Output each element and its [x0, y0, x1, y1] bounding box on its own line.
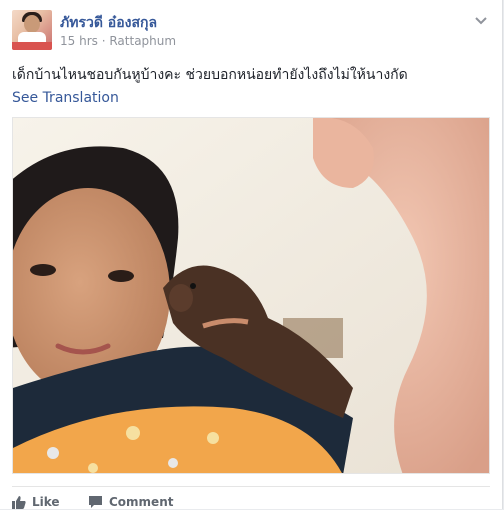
author-avatar[interactable]	[12, 10, 52, 50]
post-text: เด็กบ้านไหนชอบกันหูบ้างคะ ช่วยบอกหน่อยทำ…	[12, 67, 408, 83]
like-button[interactable]: Like	[12, 495, 60, 509]
speech-bubble-icon	[89, 496, 102, 508]
thumbs-up-icon	[12, 496, 26, 509]
post-actions: Like Comment	[12, 486, 490, 510]
post-time[interactable]: 15 hrs	[60, 34, 98, 48]
meta-separator: ·	[101, 34, 106, 48]
comment-button[interactable]: Comment	[88, 495, 173, 509]
post-photo-image	[13, 118, 489, 473]
see-translation-link[interactable]: See Translation	[12, 90, 119, 106]
post-location[interactable]: Rattaphum	[109, 34, 176, 48]
post-card: ภัทรวดี อ๋องสกุล 15 hrs · Rattaphum เด็ก…	[0, 0, 503, 509]
post-photo[interactable]	[12, 117, 490, 474]
chevron-down-icon[interactable]	[474, 16, 488, 26]
author-name[interactable]: ภัทรวดี อ๋องสกุล	[60, 12, 157, 34]
post-meta: 15 hrs · Rattaphum	[60, 34, 176, 48]
comment-label: Comment	[109, 495, 174, 509]
like-label: Like	[32, 495, 60, 509]
